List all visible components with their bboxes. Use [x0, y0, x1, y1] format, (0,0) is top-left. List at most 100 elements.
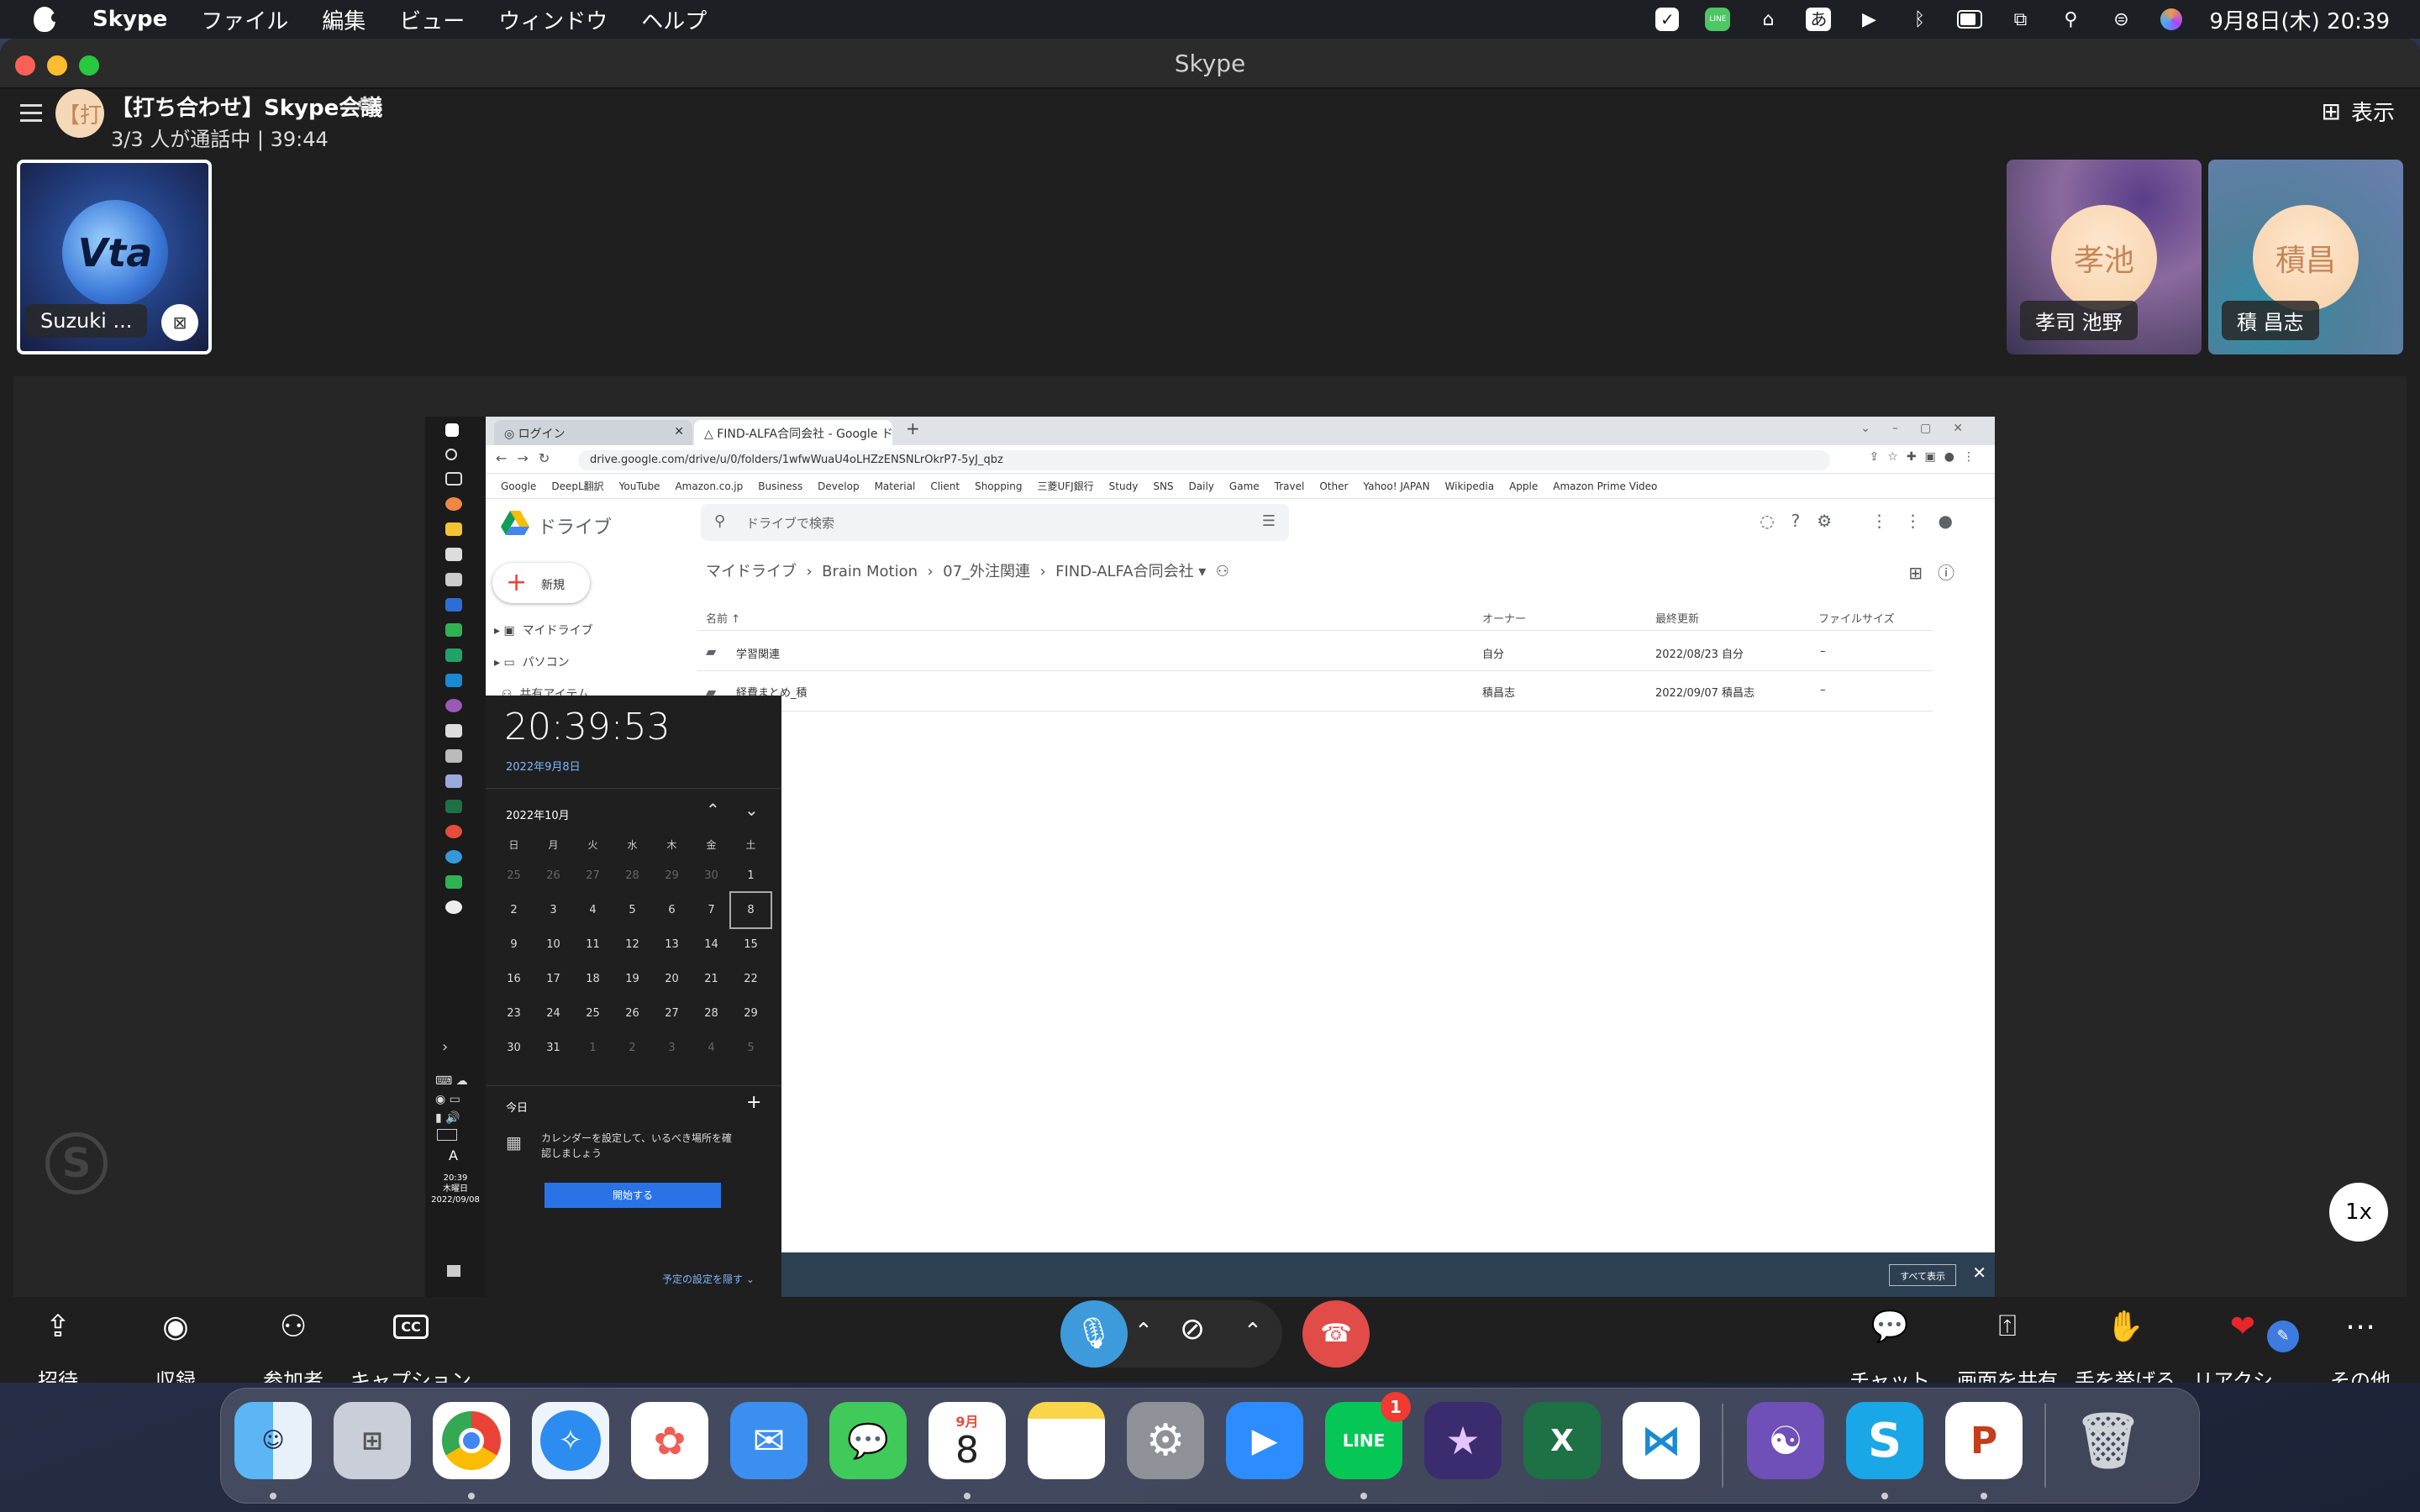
- calendar-day[interactable]: 4: [692, 1031, 731, 1065]
- calendar-day[interactable]: 22: [731, 962, 771, 996]
- safari-icon[interactable]: ✧: [532, 1402, 609, 1479]
- invite-button[interactable]: ⇪ 招待: [0, 1297, 121, 1383]
- bluetooth-icon[interactable]: ᛒ: [1907, 8, 1932, 31]
- skype-icon[interactable]: S: [1846, 1402, 1923, 1479]
- bookmark-item[interactable]: YouTube: [619, 474, 660, 498]
- calendar-day[interactable]: 5: [731, 1031, 771, 1065]
- nav-my-drive[interactable]: ▸ ▣ マイドライブ: [494, 622, 593, 638]
- file-row-1[interactable]: ▰ 学習関連 自分 2022/08/23 自分 –: [697, 632, 1933, 670]
- calendar-prev-icon[interactable]: ⌃: [706, 800, 720, 820]
- airpods-icon[interactable]: ⌂: [1755, 8, 1781, 31]
- red-app-icon[interactable]: [445, 825, 462, 838]
- menu-window[interactable]: ウィンドウ: [498, 4, 608, 35]
- line-app-icon[interactable]: [445, 623, 462, 637]
- browser-window-controls[interactable]: ⌄–▢✕: [1860, 422, 1985, 435]
- show-all-button[interactable]: すべて表示: [1889, 1264, 1956, 1286]
- bookmark-item[interactable]: Daily: [1189, 474, 1214, 498]
- menu-file[interactable]: ファイル: [201, 4, 288, 35]
- calendar-day[interactable]: 16: [494, 962, 534, 996]
- filter-options-icon[interactable]: ☰: [1262, 512, 1276, 530]
- camera-off-button[interactable]: ⊘: [1180, 1312, 1205, 1347]
- calendar-day[interactable]: 19: [613, 962, 652, 996]
- bookmark-item[interactable]: DeepL翻訳: [551, 474, 603, 498]
- self-video-tile[interactable]: Vta Suzuki ... ⊠: [17, 160, 212, 354]
- powerpoint-icon[interactable]: P: [1945, 1402, 2023, 1479]
- participant-tile-ikeno[interactable]: 孝池 孝司 池野: [2007, 160, 2202, 354]
- search-icon[interactable]: [445, 449, 457, 460]
- blue-app-icon[interactable]: [445, 850, 462, 864]
- calendar-day[interactable]: 30: [494, 1031, 534, 1065]
- system-preferences-icon[interactable]: ⚙: [1127, 1402, 1204, 1479]
- vscode-app-icon[interactable]: [445, 674, 462, 687]
- nav-arrows-icon[interactable]: ←→↻: [496, 450, 560, 466]
- view-button[interactable]: ⊞ 表示: [2322, 96, 2395, 127]
- calendar-day[interactable]: 3: [534, 893, 573, 927]
- breadcrumb-current-folder[interactable]: FIND-ALFA合同会社: [1055, 563, 1193, 580]
- bookmark-item[interactable]: Google: [501, 474, 536, 498]
- mail-icon[interactable]: ✉: [730, 1402, 808, 1479]
- nav-computers[interactable]: ▸ ▭ パソコン: [494, 654, 570, 670]
- breadcrumb-outsourcing[interactable]: 07_外注関連: [943, 563, 1030, 580]
- line-status-icon[interactable]: LINE: [1705, 8, 1731, 31]
- calendar-day[interactable]: 6: [652, 893, 692, 927]
- drive-search-box[interactable]: ⚲ ドライブで検索 ☰: [701, 504, 1289, 541]
- menu-edit[interactable]: 編集: [322, 4, 366, 35]
- control-center-icon[interactable]: ⊜: [2108, 8, 2133, 31]
- excel-taskbar-icon[interactable]: [445, 800, 462, 813]
- calendar-day[interactable]: 15: [731, 927, 771, 962]
- windows-start-icon[interactable]: [445, 423, 459, 437]
- calendar-day[interactable]: 27: [573, 858, 613, 893]
- chat-button[interactable]: 💬 チャット: [1827, 1297, 1953, 1383]
- bookmark-item[interactable]: Business: [758, 474, 802, 498]
- calendar-day[interactable]: 29: [731, 996, 771, 1031]
- zoom-level-button[interactable]: 1x: [2329, 1183, 2388, 1242]
- participants-button[interactable]: ⚇ 参加者: [230, 1297, 356, 1383]
- checkmark-status-icon[interactable]: ✓: [1655, 8, 1680, 31]
- bookmark-item[interactable]: Develop: [818, 474, 859, 498]
- camera-off-icon[interactable]: ⊠: [161, 304, 198, 341]
- start-button[interactable]: 開始する: [544, 1183, 721, 1208]
- calendar-day[interactable]: 1: [573, 1031, 613, 1065]
- keyboard-icon[interactable]: [437, 1129, 457, 1141]
- calendar-month[interactable]: 2022年10月: [506, 806, 570, 822]
- share-screen-button[interactable]: ⍐ 画面を共有: [1944, 1297, 2070, 1383]
- chat-app-icon[interactable]: [445, 648, 462, 662]
- calendar-day[interactable]: 5: [613, 893, 652, 927]
- calendar-day[interactable]: 9: [494, 927, 534, 962]
- calendar-day[interactable]: 4: [573, 893, 613, 927]
- camera-options-chevron-icon[interactable]: ⌃: [1244, 1319, 1262, 1344]
- screen-mirroring-icon[interactable]: ⧉: [2007, 8, 2033, 31]
- menu-app-name[interactable]: Skype: [92, 7, 167, 32]
- menu-view[interactable]: ビュー: [399, 4, 465, 35]
- file-row-2[interactable]: ▰ 経費まとめ_積 積昌志 2022/09/07 積昌志 –: [697, 672, 1933, 711]
- menu-clock[interactable]: 9月8日(木) 20:39: [2209, 4, 2390, 35]
- bookmark-item[interactable]: Material: [875, 474, 916, 498]
- breadcrumb-my-drive[interactable]: マイドライブ: [706, 563, 797, 580]
- breadcrumb-brain-motion[interactable]: Brain Motion: [822, 563, 918, 580]
- browser-toolbar-icons[interactable]: ⇪☆✚▣●⋮: [1870, 450, 1983, 464]
- outlook-icon[interactable]: [445, 598, 462, 612]
- bookmark-item[interactable]: Yahoo! JAPAN: [1363, 474, 1429, 498]
- calendar-day[interactable]: 10: [534, 927, 573, 962]
- imovie-icon[interactable]: ★: [1424, 1402, 1502, 1479]
- task-view-icon[interactable]: [445, 472, 462, 486]
- photos-icon[interactable]: ✿: [631, 1402, 708, 1479]
- url-field[interactable]: drive.google.com/drive/u/0/folders/1wfwW…: [578, 450, 1830, 470]
- microphone-button[interactable]: 🎙: [1060, 1300, 1128, 1368]
- calendar-day[interactable]: 8: [729, 891, 772, 929]
- zoom-app-icon[interactable]: ▶: [1226, 1402, 1303, 1479]
- excel-icon[interactable]: X: [1523, 1402, 1601, 1479]
- calendar-day[interactable]: 1: [731, 858, 771, 893]
- apple-icon[interactable]: [34, 7, 58, 32]
- vscode-icon[interactable]: ⋈: [1623, 1402, 1700, 1479]
- play-icon[interactable]: ▶: [1856, 8, 1881, 31]
- calendar-day[interactable]: 13: [652, 927, 692, 962]
- bookmark-item[interactable]: Amazon.co.jp: [675, 474, 743, 498]
- chrome-icon[interactable]: [445, 497, 462, 511]
- green-app-icon[interactable]: [445, 875, 462, 889]
- bookmark-item[interactable]: Other: [1319, 474, 1348, 498]
- calendar-day[interactable]: 3: [652, 1031, 692, 1065]
- col-name[interactable]: 名前 ↑: [706, 610, 740, 626]
- more-button[interactable]: ⋯ その他: [2297, 1297, 2420, 1383]
- siri-icon[interactable]: [2159, 8, 2184, 31]
